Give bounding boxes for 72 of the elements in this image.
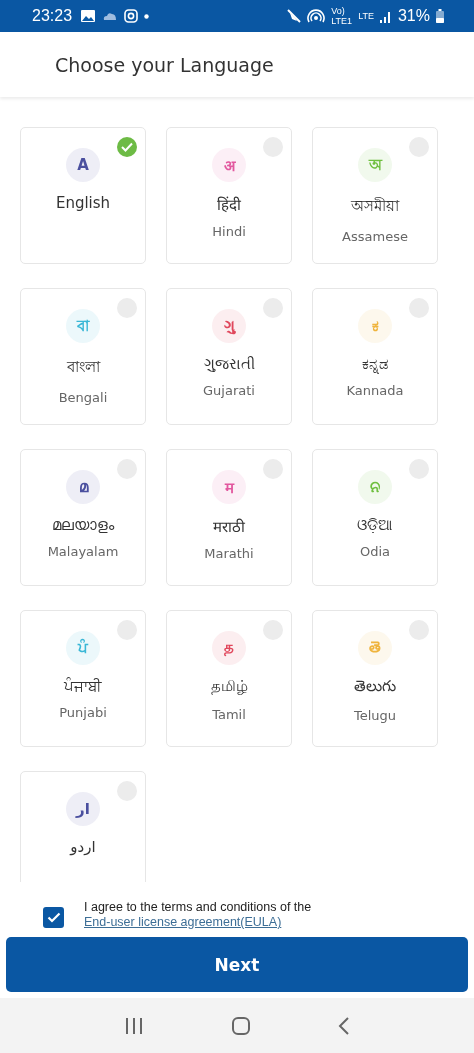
next-button[interactable]: Next [6, 937, 468, 992]
script-glyph: ନ [358, 470, 392, 504]
language-card[interactable]: ନ ଓଡ଼ିଆ Odia [312, 449, 438, 586]
page-title: Choose your Language [55, 53, 274, 76]
mute-icon [287, 9, 302, 23]
back-icon[interactable] [338, 1015, 351, 1036]
camera-icon [124, 9, 139, 23]
image-icon [80, 9, 97, 23]
native-name: മലയാളം [52, 516, 114, 534]
language-card[interactable]: తె తెలుగు Telugu [312, 610, 438, 747]
recents-icon[interactable] [123, 1016, 144, 1035]
native-name: ਪੰਜਾਬੀ [64, 677, 102, 695]
dot-icon [144, 13, 150, 19]
language-card[interactable]: অ অসমীয়া Assamese [312, 127, 438, 264]
clock: 23:23 [32, 7, 73, 25]
battery-icon [436, 9, 444, 23]
native-name: অসমীয়া [351, 196, 399, 217]
network-label: LTE [358, 11, 374, 21]
language-card[interactable]: ಕ ಕನ್ನಡ Kannada [312, 288, 438, 425]
language-card[interactable]: മ മലയാളം Malayalam [20, 449, 146, 586]
language-name: Bengali [58, 390, 108, 405]
native-name: اردو [70, 838, 96, 856]
native-name: मराठी [213, 517, 245, 536]
script-glyph: অ [358, 148, 392, 182]
language-card[interactable]: ار اردو [20, 771, 146, 882]
language-name: Hindi [212, 224, 246, 239]
language-card[interactable]: म मराठी Marathi [166, 449, 292, 586]
language-name: Assamese [342, 229, 408, 244]
script-glyph: ਪੰ [66, 631, 100, 665]
cloud-icon [102, 11, 119, 21]
native-name: ଓଡ଼ିଆ [357, 516, 393, 534]
language-card[interactable]: अ हिंदी Hindi [166, 127, 292, 264]
native-name: English [55, 194, 111, 212]
battery-percent: 31% [397, 7, 430, 25]
script-glyph: म [212, 470, 246, 504]
native-name: తెలుగు [354, 677, 396, 697]
agreement-text: I agree to the terms and conditions of the End-user license agreement(EULA) [84, 900, 313, 930]
native-name: ગુજરાતી [203, 355, 255, 373]
language-name: Malayalam [47, 544, 119, 559]
language-name: Punjabi [59, 705, 107, 720]
signal-icon [379, 9, 392, 23]
checkmark-icon [46, 912, 61, 923]
native-name: हिंदी [217, 195, 241, 214]
language-card[interactable]: த தமிழ் Tamil [166, 610, 292, 747]
language-name: Tamil [212, 707, 246, 722]
language-name: Telugu [353, 708, 397, 723]
language-name: Gujarati [203, 383, 255, 398]
script-glyph: த [212, 631, 246, 665]
eula-link[interactable]: End-user license agreement(EULA) [84, 915, 282, 929]
agree-checkbox[interactable] [43, 907, 64, 928]
script-glyph: বা [66, 309, 100, 343]
language-name: Kannada [346, 383, 404, 398]
native-name: தமிழ் [210, 677, 248, 697]
native-name: ಕನ್ನಡ [361, 355, 389, 373]
home-icon[interactable] [231, 1015, 251, 1036]
volte-label: Vo) [331, 6, 346, 16]
language-name: Odia [359, 544, 391, 559]
language-name: Marathi [204, 546, 254, 561]
script-glyph: अ [212, 148, 246, 182]
script-glyph: ಕ [358, 309, 392, 343]
script-glyph: తె [358, 631, 392, 665]
script-glyph: മ [66, 470, 100, 504]
language-card[interactable]: বা বাংলা Bengali [20, 288, 146, 425]
script-glyph: A [66, 148, 100, 182]
volte-label: LTE1 [331, 16, 353, 26]
script-glyph: ગુ [212, 309, 246, 343]
hotspot-icon [307, 9, 326, 23]
native-name: বাংলা [66, 357, 100, 378]
script-glyph: ار [66, 792, 100, 826]
language-card[interactable]: ગુ ગુજરાતી Gujarati [166, 288, 292, 425]
language-card[interactable]: ਪੰ ਪੰਜਾਬੀ Punjabi [20, 610, 146, 747]
language-card[interactable]: A English [20, 127, 146, 264]
